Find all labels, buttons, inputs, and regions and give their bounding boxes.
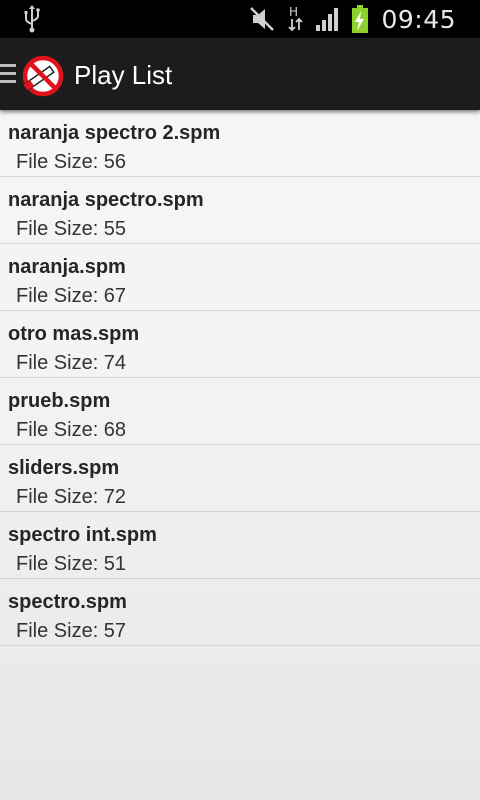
file-size: File Size: 67 — [16, 285, 127, 307]
status-bar: H 09:45 — [0, 0, 480, 38]
action-bar: Play List — [0, 38, 480, 110]
file-name: prueb.spm — [8, 390, 111, 412]
file-name: spectro int.spm — [8, 524, 157, 546]
mute-icon — [250, 7, 275, 31]
playlist: naranja spectro 2.spm File Size: 56 nara… — [0, 110, 480, 646]
file-size: File Size: 72 — [16, 486, 127, 508]
file-name: otro mas.spm — [8, 323, 140, 345]
status-icons: H 09:45 — [249, 0, 480, 38]
file-size: File Size: 74 — [16, 352, 127, 374]
list-item[interactable]: prueb.spm File Size: 68 — [0, 378, 480, 445]
file-size: File Size: 56 — [16, 151, 127, 173]
file-name: spectro.spm — [8, 591, 127, 613]
usb-icon — [24, 5, 40, 33]
list-item[interactable]: naranja.spm File Size: 67 — [0, 244, 480, 311]
network-activity-icon: H — [288, 5, 304, 32]
file-size: File Size: 55 — [16, 218, 127, 240]
list-item[interactable]: naranja spectro.spm File Size: 55 — [0, 177, 480, 244]
page-title: Play List — [74, 60, 173, 90]
list-item[interactable]: sliders.spm File Size: 72 — [0, 445, 480, 512]
file-name: naranja spectro 2.spm — [8, 122, 221, 144]
battery-charging-icon — [352, 5, 369, 33]
file-size: File Size: 68 — [16, 419, 127, 441]
list-item[interactable]: otro mas.spm File Size: 74 — [0, 311, 480, 378]
signal-icon — [316, 8, 339, 31]
list-item[interactable]: spectro.spm File Size: 57 — [0, 579, 480, 646]
file-name: sliders.spm — [8, 457, 120, 479]
file-size: File Size: 51 — [16, 553, 127, 575]
list-item[interactable]: naranja spectro 2.spm File Size: 56 — [0, 110, 480, 177]
file-size: File Size: 57 — [16, 620, 127, 642]
drawer-menu-icon[interactable] — [0, 64, 16, 84]
clock: 09:45 — [381, 4, 456, 34]
file-name: naranja spectro.spm — [8, 189, 204, 211]
network-type-label: H — [289, 5, 298, 19]
no-smoking-logo-icon[interactable] — [20, 52, 66, 98]
file-name: naranja.spm — [8, 256, 126, 278]
list-item[interactable]: spectro int.spm File Size: 51 — [0, 512, 480, 579]
